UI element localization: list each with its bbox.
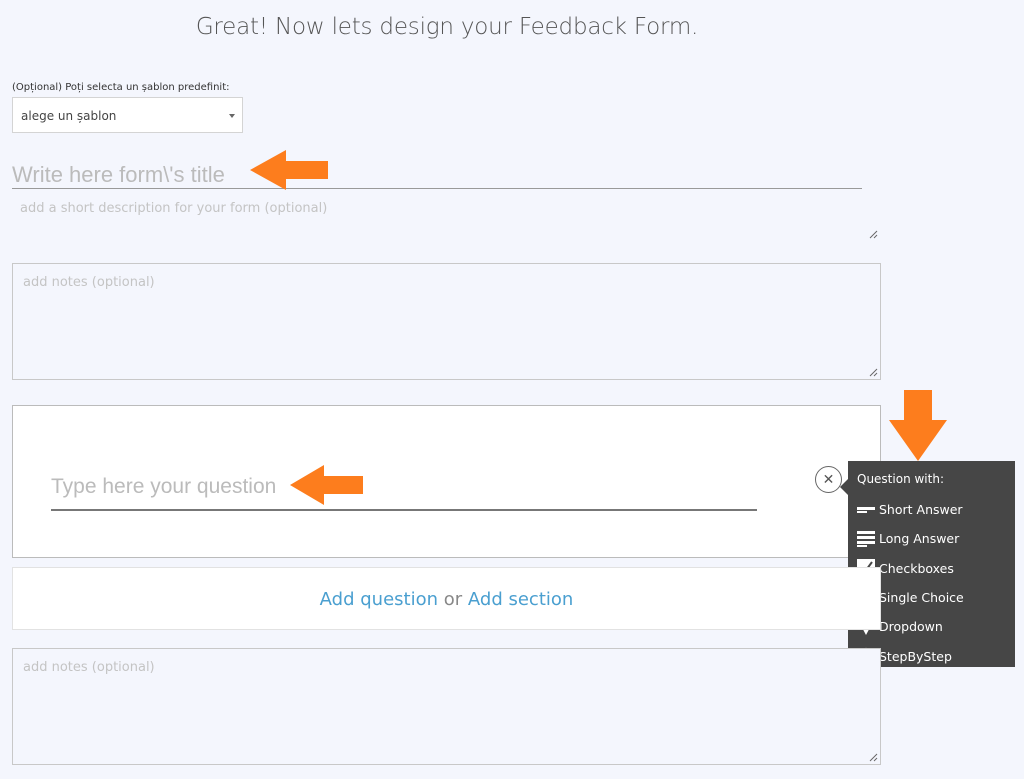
add-item-bar: Add question or Add section xyxy=(12,567,881,630)
form-description-placeholder: add a short description for your form (o… xyxy=(20,201,328,216)
notes-bottom-placeholder: add notes (optional) xyxy=(23,660,155,675)
feedback-form-designer: Great! Now lets design your Feedback For… xyxy=(0,0,1024,779)
resize-handle-icon[interactable] xyxy=(868,752,878,762)
question-type-menu: Question with: Short Answer Long Answer xyxy=(840,461,1015,667)
form-title-input[interactable]: Write here form\'s title xyxy=(12,158,862,189)
question-type-label: Single Choice xyxy=(879,590,964,606)
add-question-link[interactable]: Add question xyxy=(320,589,438,610)
question-type-label: Short Answer xyxy=(879,502,963,518)
question-input[interactable]: Type here your question xyxy=(51,470,757,511)
question-type-short-answer[interactable]: Short Answer xyxy=(857,495,1006,524)
page-heading: Great! Now lets design your Feedback For… xyxy=(195,14,699,40)
notes-top-input[interactable]: add notes (optional) xyxy=(12,263,881,380)
template-select-value: alege un șablon xyxy=(21,109,117,123)
notes-bottom-input[interactable]: add notes (optional) xyxy=(12,648,881,765)
question-type-menu-heading: Question with: xyxy=(857,472,944,486)
add-or-text: or xyxy=(443,589,463,610)
add-section-link[interactable]: Add section xyxy=(468,589,573,610)
form-description-input[interactable]: add a short description for your form (o… xyxy=(12,193,880,242)
arrow-left-icon xyxy=(250,150,328,190)
question-type-label: Checkboxes xyxy=(879,560,954,576)
arrow-left-icon xyxy=(290,465,363,505)
notes-top-placeholder: add notes (optional) xyxy=(23,275,155,290)
resize-handle-icon[interactable] xyxy=(868,229,878,239)
arrow-down-icon xyxy=(889,390,947,461)
question-type-label: Dropdown xyxy=(879,619,943,635)
question-card: Type here your question xyxy=(12,405,881,558)
close-icon[interactable]: ✕ xyxy=(815,466,842,493)
resize-handle-icon[interactable] xyxy=(868,367,878,377)
short-answer-icon xyxy=(857,506,875,513)
template-select[interactable]: alege un șablon xyxy=(12,97,243,133)
question-type-long-answer[interactable]: Long Answer xyxy=(857,524,1006,553)
template-label: (Opțional) Poți selecta un șablon predef… xyxy=(12,82,230,93)
long-answer-icon xyxy=(857,530,875,547)
question-type-label: StepByStep xyxy=(879,648,952,664)
question-type-label: Long Answer xyxy=(879,531,960,547)
chevron-down-icon xyxy=(229,114,235,118)
